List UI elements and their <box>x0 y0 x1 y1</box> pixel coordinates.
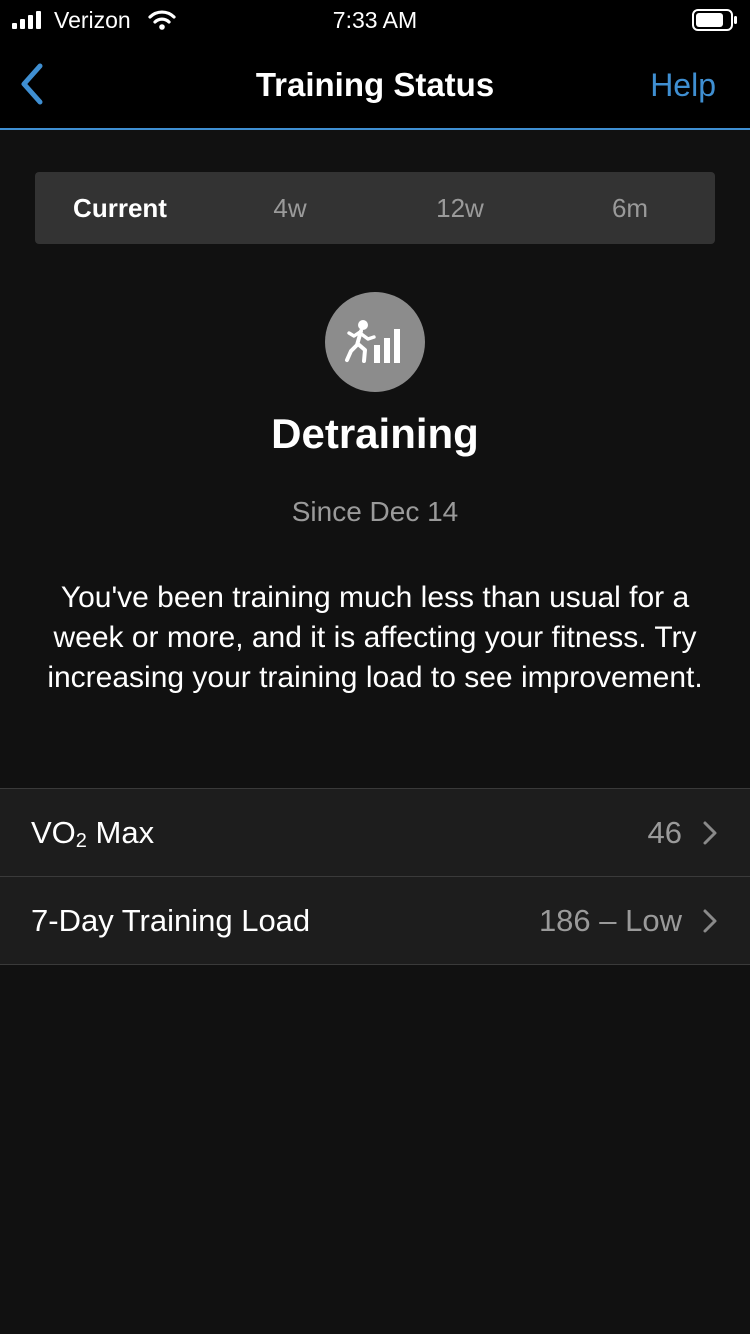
training-load-value: 186 – Low <box>538 903 682 938</box>
vo2-label-prefix: VO <box>31 815 76 850</box>
metrics-list: VO2 Max 46 7-Day Training Load 186 – Low <box>0 788 750 965</box>
vo2-max-value: 46 <box>647 815 682 850</box>
status-since-date: Since Dec 14 <box>291 496 459 527</box>
status-bar: Verizon 7:33 AM <box>0 0 750 40</box>
training-load-row[interactable]: 7-Day Training Load 186 – Low <box>0 877 750 965</box>
nav-bar: Training Status Help <box>0 40 750 130</box>
status-time: 7:33 AM <box>332 7 418 33</box>
vo2-max-label: VO2 Max <box>31 813 154 853</box>
time-range-tabs: Current 4w 12w 6m <box>35 172 715 244</box>
detraining-runner-bars-icon <box>345 320 400 363</box>
vo2-max-row[interactable]: VO2 Max 46 <box>0 789 750 877</box>
chevron-right-icon <box>703 909 717 933</box>
battery-icon <box>692 9 737 31</box>
training-status-title: Detraining <box>271 410 479 457</box>
tab-4w[interactable]: 4w <box>205 172 375 244</box>
tab-current[interactable]: Current <box>35 172 205 244</box>
training-load-label: 7-Day Training Load <box>31 903 311 938</box>
vo2-label-suffix: Max <box>86 815 155 850</box>
tab-6m[interactable]: 6m <box>545 172 715 244</box>
vo2-label-subscript: 2 <box>75 830 87 852</box>
help-link[interactable]: Help <box>650 65 716 105</box>
chevron-right-icon <box>703 821 717 845</box>
status-description: You've been training much less than usua… <box>47 581 703 694</box>
tab-12w[interactable]: 12w <box>375 172 545 244</box>
page-title: Training Status <box>255 66 495 103</box>
training-status-badge <box>325 292 425 392</box>
